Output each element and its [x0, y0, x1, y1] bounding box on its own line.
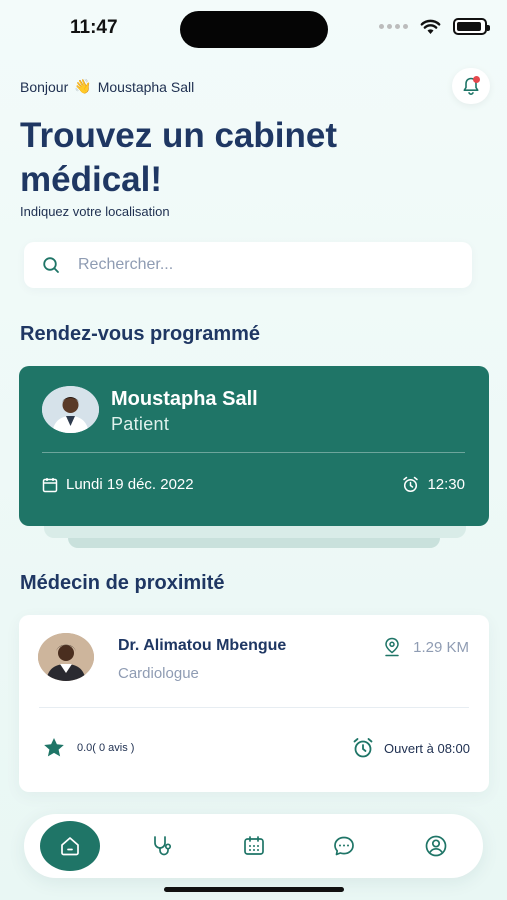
doctor-card[interactable]: Dr. Alimatou Mbengue Cardiologue 1.29 KM… [19, 615, 489, 792]
avatar [42, 386, 99, 433]
doctor-distance: 1.29 KM [383, 637, 469, 657]
appointment-time: 12:30 [402, 476, 465, 493]
tab-messages[interactable] [314, 821, 374, 871]
greeting-text: Bonjour [20, 78, 69, 95]
tab-profile[interactable] [406, 821, 466, 871]
appointment-card[interactable]: Moustapha Sall Patient Lundi 19 déc. 202… [19, 366, 489, 526]
doctor-hours: Ouvert à 08:00 [352, 737, 470, 759]
appointment-patient-role: Patient [111, 414, 170, 434]
profile-icon [425, 835, 447, 857]
location-pin-icon [385, 637, 399, 657]
calendar-icon [244, 836, 264, 855]
alarm-clock-icon [403, 476, 419, 493]
calendar-icon [42, 477, 58, 492]
notification-dot [473, 76, 480, 83]
doctor-name: Dr. Alimatou Mbengue [118, 637, 287, 654]
status-icons [379, 18, 490, 35]
appointment-time-text: 12:30 [427, 476, 465, 493]
page-subtitle: Indiquez votre localisation [20, 204, 170, 219]
doctor-rating-text: 0.0( 0 avis ) [77, 741, 135, 754]
stethoscope-icon [154, 836, 172, 856]
home-icon [61, 837, 79, 856]
dynamic-island [180, 11, 328, 48]
page-title: Trouvez un cabinet médical! [20, 116, 337, 199]
wifi-icon [420, 19, 441, 34]
doctor-distance-text: 1.29 KM [413, 638, 469, 656]
doctor-specialty: Cardiologue [118, 665, 199, 682]
tab-home[interactable] [40, 821, 100, 871]
appointment-date-text: Lundi 19 déc. 2022 [66, 476, 194, 493]
nearby-section-title: Médecin de proximité [20, 572, 225, 594]
battery-icon [453, 18, 490, 35]
search-icon [43, 257, 59, 273]
tab-doctors[interactable] [132, 821, 192, 871]
notifications-button[interactable] [452, 68, 490, 104]
bottom-tab-bar [24, 814, 483, 878]
appointment-date: Lundi 19 déc. 2022 [42, 476, 194, 493]
divider [39, 707, 469, 708]
doctor-hours-text: Ouvert à 08:00 [384, 740, 470, 756]
divider [42, 452, 465, 453]
greeting: Bonjour 👋 Moustapha Sall [20, 78, 194, 95]
home-indicator [164, 887, 344, 892]
greeting-user-name: Moustapha Sall [97, 78, 195, 95]
wave-emoji: 👋 [74, 78, 92, 94]
signal-icon [379, 24, 408, 29]
appointments-section-title: Rendez-vous programmé [20, 323, 261, 345]
appointment-patient-name: Moustapha Sall [111, 388, 258, 410]
doctor-rating: 0.0( 0 avis ) [43, 737, 134, 758]
tab-appointments[interactable] [224, 821, 284, 871]
chat-icon [334, 836, 354, 856]
status-bar: 11:47 [0, 0, 507, 58]
search-input[interactable] [78, 256, 438, 274]
search-bar[interactable] [24, 242, 472, 288]
star-icon [44, 738, 64, 757]
status-time: 11:47 [70, 17, 118, 38]
alarm-clock-icon [353, 738, 373, 758]
avatar [38, 633, 94, 681]
